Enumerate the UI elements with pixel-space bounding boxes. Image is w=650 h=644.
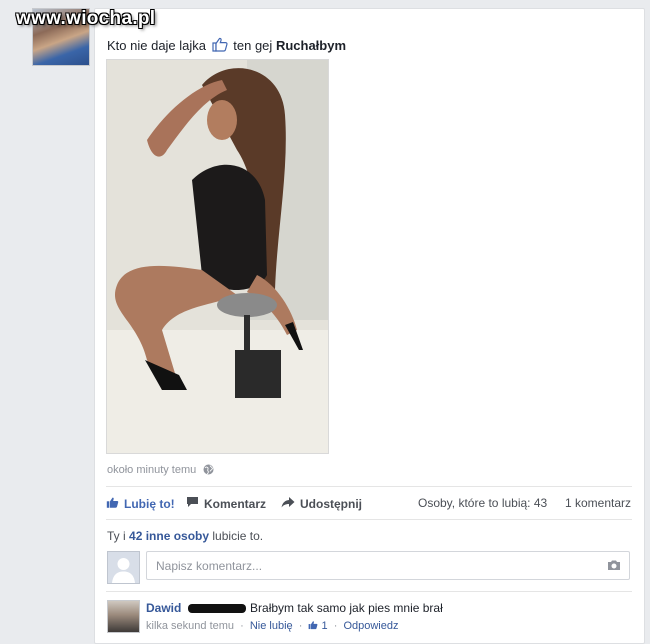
like-summary-prefix: Ty i [107, 529, 126, 543]
post-actions: Lubię to! Komentarz Udostępnij Osoby, kt… [106, 496, 632, 512]
like-summary-suffix: lubicie to. [212, 529, 264, 543]
post-timestamp[interactable]: około minuty temu [107, 464, 214, 478]
comment-body: Dawid Brałbym tak samo jak pies mnie bra… [146, 601, 443, 615]
comments-count-link[interactable]: 1 komentarz [565, 496, 631, 510]
comment-icon [186, 496, 199, 511]
comment-reply-link[interactable]: Odpowiedz [343, 620, 398, 632]
globe-icon [203, 464, 214, 478]
comment-meta: kilka sekund temu · Nie lubię · 1 · Odpo… [146, 620, 398, 632]
thumbs-up-icon [106, 496, 119, 512]
comment-like-count[interactable]: 1 [322, 620, 328, 632]
share-button-label[interactable]: Udostępnij [300, 497, 362, 511]
comment-button[interactable]: Komentarz [186, 496, 266, 511]
post-text: Kto nie daje lajka ten gej Ruchałbym [107, 37, 346, 55]
share-button[interactable]: Udostępnij [281, 496, 362, 511]
post-text-bold: Ruchałbym [275, 38, 347, 53]
like-button-label[interactable]: Lubię to! [124, 497, 175, 511]
post-photo[interactable] [106, 59, 329, 454]
watermark: www.wiocha.pl [16, 8, 156, 29]
commenter-avatar[interactable] [107, 600, 140, 633]
separator: · [298, 620, 303, 632]
composer-avatar [107, 551, 140, 584]
name-redaction [187, 604, 246, 614]
post-text-after: ten gej [233, 38, 273, 53]
comment-time[interactable]: kilka sekund temu [146, 620, 234, 632]
like-summary: Ty i 42 inne osoby lubicie to. [107, 529, 263, 543]
photo-illustration [107, 60, 328, 453]
separator: · [240, 620, 244, 632]
post-text-before: Kto nie daje lajka [107, 38, 207, 53]
separator: · [333, 620, 338, 632]
comment-input[interactable] [146, 551, 630, 580]
commenter-name[interactable]: Dawid [146, 601, 181, 615]
thumbs-up-icon [308, 620, 321, 632]
post-timestamp-text[interactable]: około minuty temu [107, 464, 196, 476]
share-icon [281, 496, 295, 511]
thumbs-up-icon [212, 37, 228, 55]
likes-count-link[interactable]: Osoby, które to lubią: 43 [418, 496, 547, 510]
comment-unlike-link[interactable]: Nie lubię [250, 620, 293, 632]
divider [106, 519, 632, 520]
comment-text: Brałbym tak samo jak pies mnie brał [250, 601, 443, 615]
like-summary-link[interactable]: 42 inne osoby [129, 529, 209, 543]
default-avatar-icon [108, 552, 139, 583]
divider [106, 591, 632, 592]
like-button[interactable]: Lubię to! [106, 496, 175, 512]
camera-icon[interactable] [607, 559, 621, 574]
divider [106, 486, 632, 487]
comment-button-label[interactable]: Komentarz [204, 497, 266, 511]
